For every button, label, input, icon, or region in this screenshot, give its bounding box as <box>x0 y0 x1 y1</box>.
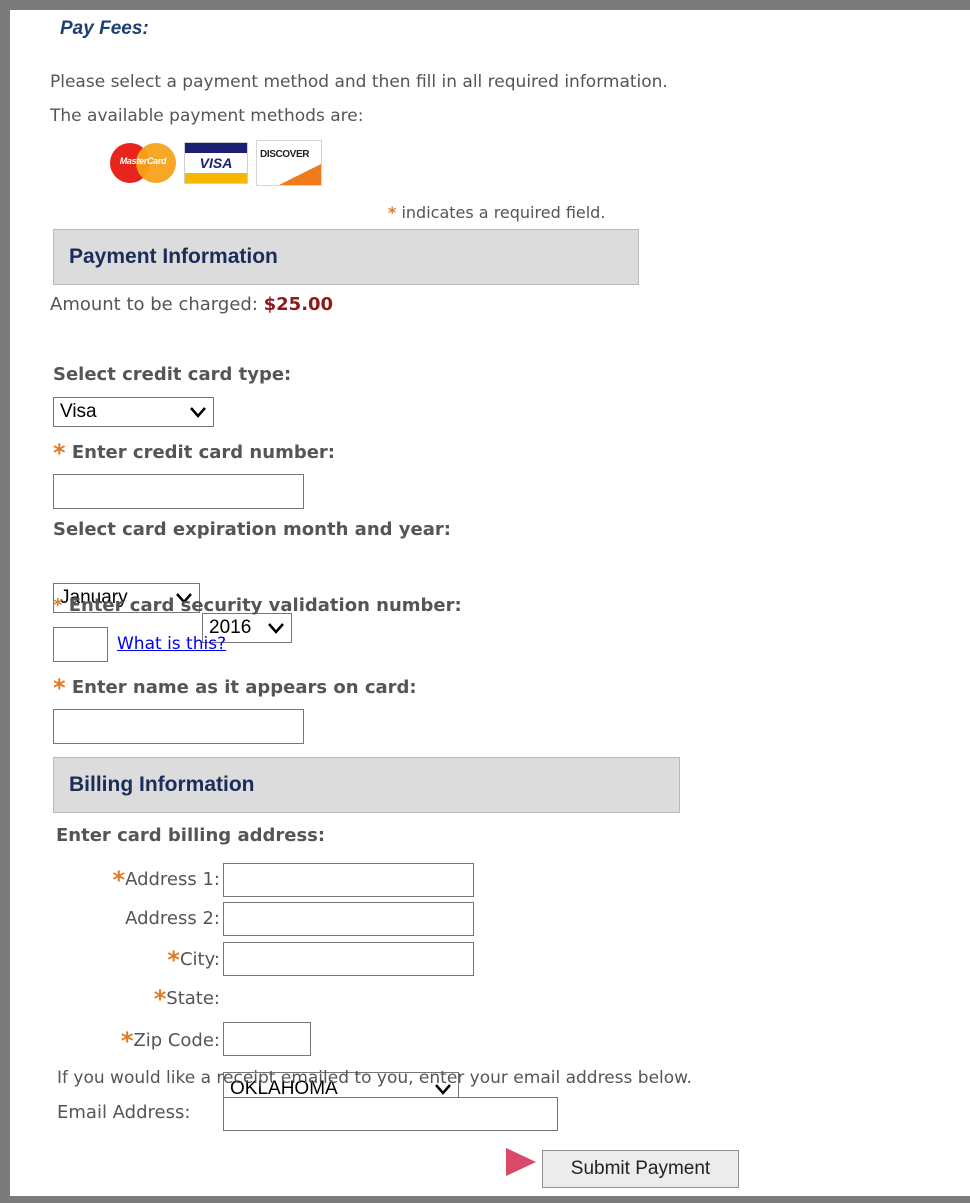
chevron-down-icon <box>268 623 284 634</box>
state-label: *State: <box>153 985 220 1013</box>
required-star-icon: * <box>53 439 66 467</box>
required-star-icon: * <box>388 203 397 222</box>
required-star-icon: * <box>53 674 66 702</box>
discover-logo: DISCOVER <box>256 140 322 186</box>
cvv-input[interactable] <box>53 627 108 662</box>
submit-payment-button[interactable]: Submit Payment <box>542 1150 739 1188</box>
amount-to-charge: Amount to be charged: $25.00 <box>50 294 334 315</box>
email-label: Email Address: <box>57 1102 191 1123</box>
card-number-label: * Enter credit card number: <box>53 439 335 467</box>
email-input[interactable] <box>223 1097 558 1131</box>
address1-input[interactable] <box>223 863 474 897</box>
payment-information-header: Payment Information <box>53 229 639 285</box>
amount-value: $25.00 <box>263 294 334 315</box>
address2-input[interactable] <box>223 902 474 936</box>
required-star-icon: * <box>167 946 180 974</box>
receipt-note: If you would like a receipt emailed to y… <box>57 1068 692 1088</box>
billing-address-heading: Enter card billing address: <box>56 825 326 846</box>
card-name-input[interactable] <box>53 709 304 744</box>
mastercard-logo: MasterCard <box>110 140 176 186</box>
address2-label: Address 2: <box>125 908 220 929</box>
payment-methods-logos: MasterCard VISA DISCOVER <box>110 140 322 186</box>
required-star-icon: * <box>120 1027 134 1055</box>
cvv-label: * Enter card security validation number: <box>53 595 462 616</box>
intro-line-2: The available payment methods are: <box>50 106 364 126</box>
window-frame-left <box>0 0 10 1203</box>
city-input[interactable] <box>223 942 474 976</box>
window-frame-top <box>0 0 970 10</box>
card-name-label: * Enter name as it appears on card: <box>53 674 417 702</box>
required-star-icon: * <box>112 866 126 894</box>
zip-input[interactable] <box>223 1022 311 1056</box>
address1-label: *Address 1: <box>112 866 220 894</box>
required-star-icon: * <box>53 595 63 616</box>
card-type-select[interactable]: Visa <box>53 397 214 427</box>
expiration-label: Select card expiration month and year: <box>53 519 451 540</box>
window-frame-bottom <box>0 1196 970 1203</box>
visa-logo: VISA <box>184 142 248 184</box>
zip-label: *Zip Code: <box>120 1027 220 1055</box>
required-star-icon: * <box>153 985 167 1013</box>
what-is-this-link[interactable]: What is this? <box>117 634 226 654</box>
card-number-input[interactable] <box>53 474 304 509</box>
required-field-note: * indicates a required field. <box>388 203 606 222</box>
page-title: Pay Fees: <box>60 18 149 39</box>
arrow-right-icon <box>506 1148 536 1176</box>
chevron-down-icon <box>190 407 206 418</box>
city-label: *City: <box>167 946 220 974</box>
card-type-label: Select credit card type: <box>53 364 292 385</box>
intro-line-1: Please select a payment method and then … <box>50 72 668 92</box>
billing-information-header: Billing Information <box>53 757 680 813</box>
